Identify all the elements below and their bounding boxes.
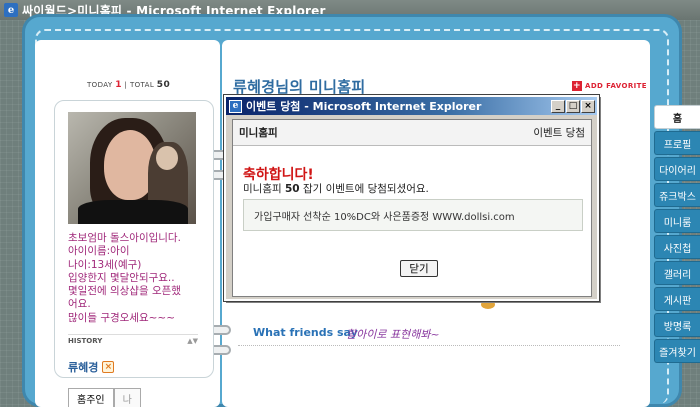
owner-name-text: 류혜경	[68, 361, 99, 374]
add-favorite-label: ADD FAVORITE	[585, 82, 647, 90]
event-description: 미니홈피 50 잡기 이벤트에 당첨되셨어요.	[243, 181, 429, 196]
total-count: 50	[156, 80, 171, 90]
close-button[interactable]: 닫기	[400, 260, 438, 277]
tab-me[interactable]: 나	[113, 388, 141, 407]
owner-tabs: 홈주인 나	[68, 388, 141, 407]
intro-line: 몇일전에 의상샵을 오픈했	[68, 285, 181, 298]
side-tabs: 홈 프로필 다이어리 쥬크박스 미니룸 사진첩 갤러리 게시판 방명록 즐겨찾기	[654, 105, 700, 365]
intro-line: 초보엄마 돌스아이입니다.	[68, 232, 181, 244]
close-window-button[interactable]: ×	[581, 99, 595, 113]
tab-jukebox[interactable]: 쥬크박스	[654, 183, 700, 207]
counter-separator: |	[124, 81, 128, 89]
popup-header-right: 이벤트 당첨	[533, 127, 585, 139]
event-info-text: 가입구매자 선착순 10%DC와 사은품증정 WWW.dollsi.com	[254, 211, 515, 223]
add-favorite-button[interactable]: + ADD FAVORITE	[572, 81, 647, 91]
popup-body: 미니홈피 이벤트 당첨 축하합니다! 미니홈피 50 잡기 이벤트에 당첨되셨어…	[232, 119, 592, 297]
intro-line: 나이:13세(예구)	[68, 258, 142, 271]
popup-title: 이벤트 당첨 - Microsoft Internet Explorer	[246, 100, 482, 113]
ie-logo-icon: e	[4, 3, 18, 17]
tab-guestbook[interactable]: 방명록	[654, 313, 700, 337]
minimize-button[interactable]: _	[551, 99, 565, 113]
history-label: HISTORY	[68, 337, 103, 345]
photo-shirt	[78, 200, 188, 224]
tab-home[interactable]: 홈	[654, 105, 700, 129]
popup-header-left: 미니홈피	[239, 127, 278, 139]
tab-gallery[interactable]: 갤러리	[654, 261, 700, 285]
today-count: 1	[115, 80, 122, 90]
event-info-box: 가입구매자 선착순 10%DC와 사은품증정 WWW.dollsi.com	[243, 199, 583, 231]
today-label: TODAY	[87, 81, 113, 89]
divider	[238, 345, 620, 346]
window-controls: _ □ ×	[550, 99, 595, 113]
tab-favorites[interactable]: 즐겨찾기	[654, 339, 700, 363]
event-popup-window: e 이벤트 당첨 - Microsoft Internet Explorer _…	[223, 94, 600, 302]
photo-doll-face	[156, 146, 178, 170]
tab-board[interactable]: 게시판	[654, 287, 700, 311]
maximize-button[interactable]: □	[566, 99, 580, 113]
owner-name: 류혜경 ×	[68, 359, 115, 375]
history-bar[interactable]: HISTORY ▲▼	[68, 334, 198, 345]
tab-diary[interactable]: 다이어리	[654, 157, 700, 181]
visit-counter: TODAY 1 | TOTAL 50	[87, 80, 170, 90]
friends-say-label: What friends say	[253, 326, 358, 339]
tab-photo-album[interactable]: 사진첩	[654, 235, 700, 259]
desc-prefix: 미니홈피	[243, 183, 282, 195]
intro-line: 입양한지 몇달안되구요..	[68, 271, 175, 284]
history-arrows-icon[interactable]: ▲▼	[187, 337, 198, 345]
owner-badge-icon[interactable]: ×	[102, 361, 115, 373]
total-label: TOTAL	[129, 81, 155, 89]
acorn-icon	[481, 300, 495, 309]
popup-header: 미니홈피 이벤트 당첨	[233, 120, 591, 146]
profile-intro: 초보엄마 돌스아이입니다. 아이이름:아이 나이:13세(예구) 입양한지 몇달…	[68, 232, 208, 325]
tab-profile[interactable]: 프로필	[654, 131, 700, 155]
intro-line: 아이이름:아이	[68, 245, 130, 258]
intro-line: 많이들 구경오세요~~~	[68, 311, 176, 324]
page-title: 류혜경님의 미니홈피	[233, 78, 366, 96]
desc-suffix: 잡기 이벤트에 당첨되셨어요.	[302, 183, 429, 195]
profile-photo[interactable]	[68, 112, 196, 224]
popup-titlebar[interactable]: e 이벤트 당첨 - Microsoft Internet Explorer _…	[226, 97, 597, 115]
tab-miniroom[interactable]: 미니룸	[654, 209, 700, 233]
plus-icon: +	[572, 81, 582, 91]
intro-line: 어요.	[68, 298, 91, 311]
friends-say-message: 할아이로 표현해봐~	[346, 328, 440, 341]
tab-owner[interactable]: 홈주인	[68, 388, 114, 407]
ie-logo-icon: e	[229, 99, 242, 113]
desc-number: 50	[284, 183, 300, 195]
